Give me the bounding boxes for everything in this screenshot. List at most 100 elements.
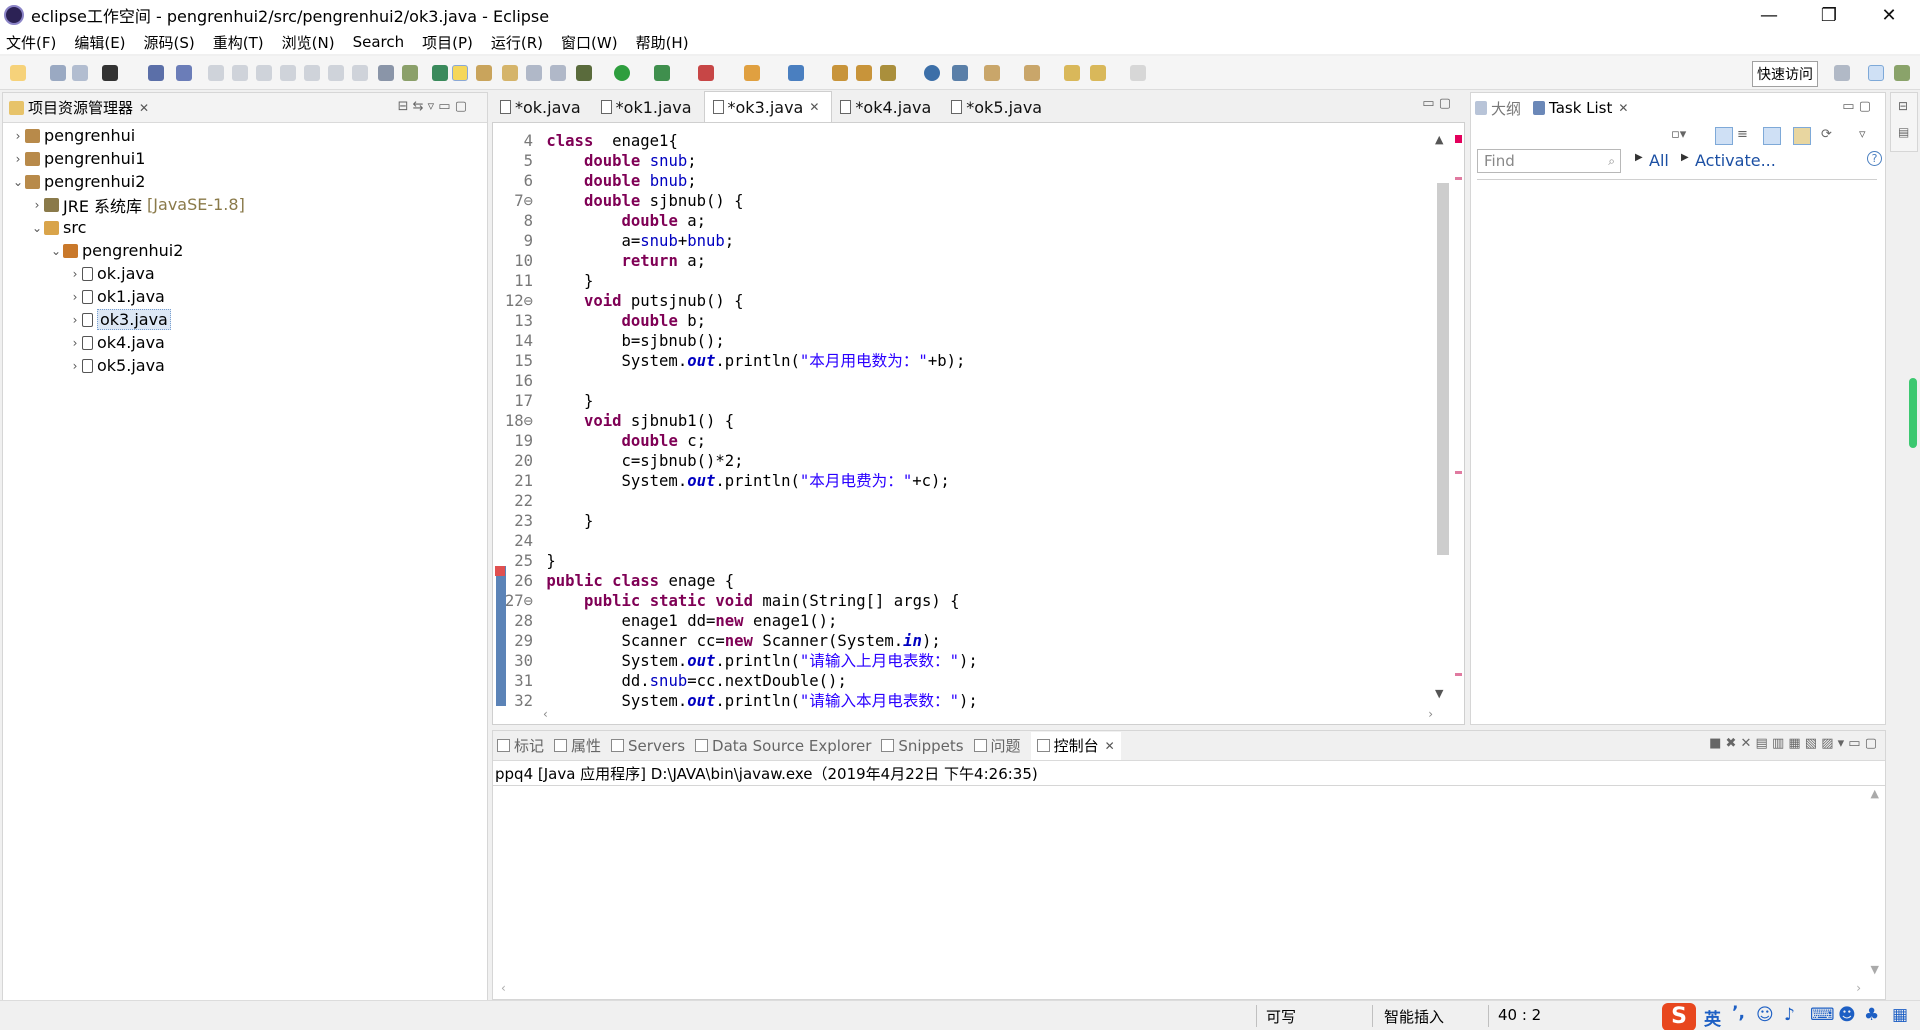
last-edit-icon[interactable] xyxy=(1064,65,1080,81)
view-minmax-icon[interactable]: ▭ ▢ xyxy=(1842,99,1871,114)
code-line[interactable]: 4 class enage1{ xyxy=(501,131,1421,151)
skin-icon[interactable]: ♣ xyxy=(1864,1005,1879,1025)
java-ee-perspective-icon[interactable] xyxy=(1868,65,1884,81)
profile-icon[interactable] xyxy=(102,65,118,81)
error-overview-marker[interactable] xyxy=(1455,135,1462,143)
keyboard-icon[interactable]: ⌨ xyxy=(1810,1005,1835,1025)
previous-annotation-icon[interactable] xyxy=(1024,65,1040,81)
code-line[interactable]: 14 b=sjbnub(); xyxy=(501,331,1421,351)
restore-view-icon[interactable]: ⊟ xyxy=(1898,99,1908,113)
tab-task-list[interactable]: Task List xyxy=(1549,99,1612,117)
block-selection-icon[interactable] xyxy=(550,65,566,81)
word-wrap-icon[interactable] xyxy=(526,65,542,81)
show-whitespace-icon[interactable] xyxy=(502,65,518,81)
collapsed-arrow-icon[interactable]: › xyxy=(68,267,82,281)
expanded-arrow-icon[interactable]: ⌄ xyxy=(30,221,44,235)
tab-data-source-explorer[interactable]: Data Source Explorer xyxy=(695,737,871,755)
annotation-marker[interactable] xyxy=(1455,177,1462,180)
menu-search[interactable]: Search xyxy=(353,33,405,51)
collapsed-arrow-icon[interactable]: › xyxy=(68,313,82,327)
resume-icon[interactable] xyxy=(208,65,224,81)
project-explorer-tab[interactable]: 项目资源管理器 ✕ ⊟ ⇆ ▿ ▭ ▢ xyxy=(3,93,487,123)
emoji-icon[interactable]: ☺ xyxy=(1756,1005,1774,1025)
code-line[interactable]: 19 double c; xyxy=(501,431,1421,451)
code-line[interactable]: 26 public class enage { xyxy=(501,571,1421,591)
toggle-mark-occurrences-icon[interactable] xyxy=(452,65,468,81)
close-tab-icon[interactable]: ✕ xyxy=(1105,739,1115,753)
scheduled-icon[interactable]: ≡ xyxy=(1737,127,1748,142)
console-scroll-up-icon[interactable]: ▲ xyxy=(1871,787,1879,800)
menu-window[interactable]: 窗口(W) xyxy=(561,32,618,53)
tree-item[interactable]: › ok.java xyxy=(3,262,487,285)
menu-file[interactable]: 文件(F) xyxy=(6,32,56,53)
scroll-left-icon[interactable]: ‹ xyxy=(543,707,548,721)
microphone-icon[interactable]: ♪ xyxy=(1784,1005,1795,1025)
ime-punctuation[interactable]: ’, xyxy=(1732,1003,1745,1023)
expanded-arrow-icon[interactable]: ⌄ xyxy=(11,175,25,189)
tab-snippets[interactable]: Snippets xyxy=(881,737,964,755)
code-line[interactable]: 17 } xyxy=(501,391,1421,411)
code-line[interactable]: 23 } xyxy=(501,511,1421,531)
tab-outline[interactable]: 大纲 xyxy=(1491,98,1521,119)
menu-help[interactable]: 帮助(H) xyxy=(636,32,689,53)
code-line[interactable]: 28 enage1 dd=new enage1(); xyxy=(501,611,1421,631)
annotation-marker[interactable] xyxy=(1455,471,1462,474)
side-handle[interactable] xyxy=(1909,378,1917,448)
scroll-right-icon[interactable]: › xyxy=(1428,707,1433,721)
menu-source[interactable]: 源码(S) xyxy=(144,32,195,53)
new-icon[interactable] xyxy=(10,65,26,81)
menu-refactor[interactable]: 重构(T) xyxy=(213,32,264,53)
close-tab-icon[interactable]: ✕ xyxy=(1618,101,1628,115)
code-line[interactable]: 22 xyxy=(501,491,1421,511)
horizontal-scrollbar[interactable]: ‹ › xyxy=(543,706,1433,724)
quick-access-field[interactable]: 快速访问 xyxy=(1752,61,1818,87)
focus-icon[interactable] xyxy=(1793,127,1811,145)
view-controls-icon[interactable]: ⊟ ⇆ ▿ ▭ ▢ xyxy=(398,99,467,114)
editor-tab[interactable]: *ok4.java xyxy=(832,92,943,122)
categorized-icon[interactable] xyxy=(1715,127,1733,145)
tree-item[interactable]: ⌄ pengrenhui2 xyxy=(3,239,487,262)
editor-tab[interactable]: *ok5.java xyxy=(943,92,1054,122)
tree-item[interactable]: › pengrenhui1 xyxy=(3,147,487,170)
menu-project[interactable]: 项目(P) xyxy=(422,32,473,53)
open-perspective-icon[interactable] xyxy=(1834,65,1850,81)
code-editor[interactable]: 4 class enage1{5 double snub; 6 double bn… xyxy=(492,122,1465,725)
external-tools-icon[interactable] xyxy=(698,65,714,81)
terminal-icon[interactable] xyxy=(148,65,164,81)
code-line[interactable]: 15 System.out.println("本月用电数为："+b); xyxy=(501,351,1421,371)
disconnect-icon[interactable] xyxy=(280,65,296,81)
java-perspective-icon[interactable] xyxy=(1894,65,1910,81)
tab-problems[interactable]: 问题 xyxy=(973,735,1021,756)
activate-link[interactable]: Activate... xyxy=(1695,151,1776,170)
view-menu-icon[interactable]: ▿ xyxy=(1859,127,1866,142)
editor-tab[interactable]: *ok.java xyxy=(492,92,593,122)
code-line[interactable]: 27⊖ public static void main(String[] arg… xyxy=(501,591,1421,611)
annotation-marker[interactable] xyxy=(1455,673,1462,676)
minimize-button[interactable]: — xyxy=(1740,0,1798,30)
save-all-icon[interactable] xyxy=(72,65,88,81)
new-package-icon[interactable] xyxy=(788,65,804,81)
console-scroll-down-icon[interactable]: ▼ xyxy=(1871,963,1879,976)
drop-to-frame-icon[interactable] xyxy=(378,65,394,81)
help-icon[interactable]: ? xyxy=(1867,151,1882,166)
open-task-icon[interactable] xyxy=(832,65,848,81)
user-icon[interactable]: ☻ xyxy=(1838,1005,1856,1025)
tree-item[interactable]: ⌄ src xyxy=(3,216,487,239)
run-icon[interactable] xyxy=(614,65,630,81)
collapsed-arrow-icon[interactable]: › xyxy=(11,152,25,166)
hide-completed-icon[interactable] xyxy=(1763,127,1781,145)
debug-icon[interactable] xyxy=(576,65,592,81)
scroll-down-icon[interactable]: ▼ xyxy=(1435,687,1443,700)
vertical-scrollbar[interactable]: ▲ ▼ xyxy=(1435,133,1451,703)
sogou-ime-icon[interactable]: S xyxy=(1662,1003,1696,1030)
editor-minmax-icon[interactable]: ▭ ▢ xyxy=(1422,96,1451,111)
code-line[interactable]: 18⊖ void sjbnub1() { xyxy=(501,411,1421,431)
code-line[interactable]: 5 double snub; xyxy=(501,151,1421,171)
code-line[interactable]: 12⊖ void putsjnub() { xyxy=(501,291,1421,311)
tree-item[interactable]: › JRE 系统库 [JavaSE-1.8] xyxy=(3,193,487,216)
step-into-icon[interactable] xyxy=(304,65,320,81)
tab-markers[interactable]: 标记 xyxy=(497,735,544,756)
close-button[interactable]: ✕ xyxy=(1860,0,1918,30)
new-java-project-icon[interactable] xyxy=(744,65,760,81)
code-line[interactable]: 8 double a; xyxy=(501,211,1421,231)
